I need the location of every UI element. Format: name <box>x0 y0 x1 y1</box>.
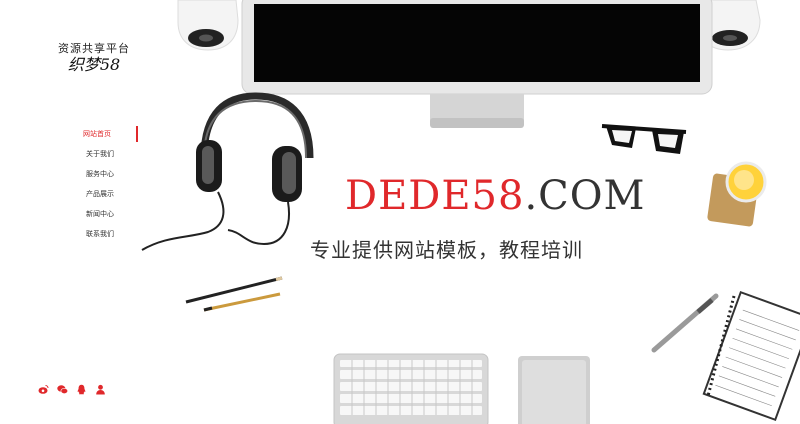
nav-item-about[interactable]: 关于我们 <box>0 146 138 166</box>
nav-item-news[interactable]: 新闻中心 <box>0 206 138 226</box>
monitor-icon <box>241 0 713 128</box>
logo-subtitle: 资源共享平台 <box>58 42 130 55</box>
orange-juice-icon <box>707 161 767 227</box>
wechat-icon[interactable] <box>57 380 69 395</box>
pencils-icon <box>185 276 283 312</box>
hero-brand: DEDE58 <box>345 173 525 219</box>
trackpad-icon <box>518 356 590 424</box>
nav-item-home[interactable]: 网站首页 <box>0 126 138 146</box>
left-speaker-icon <box>177 0 239 51</box>
social-links <box>38 380 106 395</box>
sidebar: 资源共享平台 织梦58 网站首页 关于我们 服务中心 产品展示 新闻中心 联系我… <box>0 0 138 424</box>
weibo-icon[interactable] <box>38 380 49 394</box>
glasses-icon <box>601 124 687 154</box>
nav-item-services[interactable]: 服务中心 <box>0 166 138 186</box>
headphones-icon <box>141 92 314 251</box>
pen-icon <box>651 293 719 353</box>
nav-item-products[interactable]: 产品展示 <box>0 186 138 206</box>
site-logo[interactable]: 资源共享平台 织梦58 <box>54 42 134 74</box>
hero-title: DEDE58.COM <box>345 173 645 219</box>
nav-item-contact[interactable]: 联系我们 <box>0 226 138 246</box>
hero-domain: .COM <box>524 173 646 219</box>
keyboard-icon <box>333 353 489 424</box>
qq-icon[interactable] <box>76 380 87 395</box>
hero-stage: DEDE58.COM 专业提供网站模板，教程培训 <box>138 0 800 424</box>
logo-title: 织梦58 <box>67 55 121 74</box>
hero-tagline: 专业提供网站模板，教程培训 <box>310 238 583 262</box>
main-nav: 网站首页 关于我们 服务中心 产品展示 新闻中心 联系我们 <box>0 126 138 246</box>
person-icon[interactable] <box>95 380 106 395</box>
notebook-icon <box>702 290 800 422</box>
